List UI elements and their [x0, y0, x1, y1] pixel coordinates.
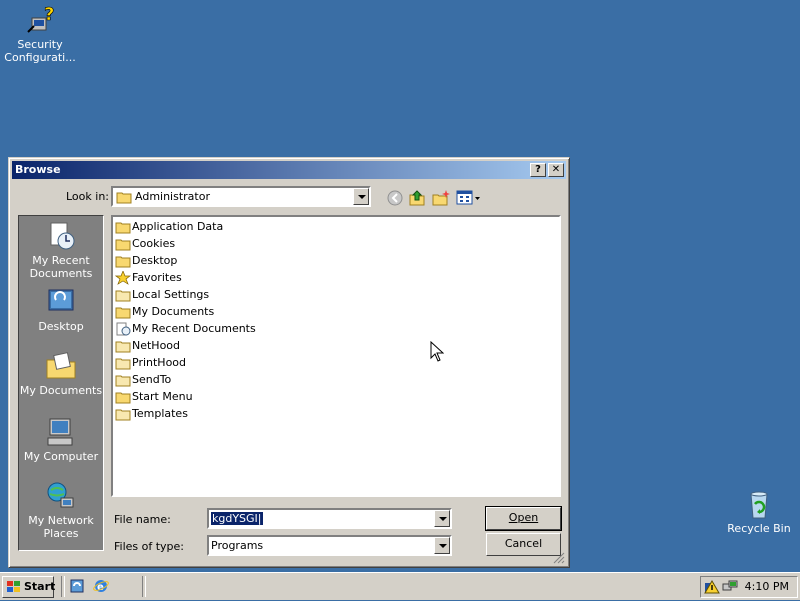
view-menu-icon — [456, 190, 480, 205]
list-item-label: Application Data — [132, 220, 224, 233]
recent-documents-icon — [45, 220, 77, 252]
list-item-label: Cookies — [132, 237, 176, 250]
mouse-cursor-icon — [430, 340, 445, 366]
look-in-dropdown[interactable]: Administrator — [111, 186, 371, 207]
chevron-down-icon[interactable] — [434, 537, 450, 554]
look-in-label: Look in: — [66, 190, 109, 203]
security-configuration-icon: ? — [24, 4, 56, 36]
recycle-bin-icon — [743, 488, 775, 520]
windows-logo-icon — [6, 580, 22, 601]
list-item-label: My Recent Documents — [132, 322, 256, 335]
desktop-icon — [45, 286, 77, 318]
taskbar: Start e 4:10 PM — [0, 572, 800, 600]
resize-grip-icon[interactable] — [553, 552, 565, 567]
open-button-label: Open — [508, 511, 539, 524]
file-type-dropdown[interactable]: Programs — [207, 535, 452, 556]
folder-icon — [115, 407, 131, 421]
folder-icon — [115, 390, 131, 404]
desktop-icon-security-configuration[interactable]: ? Security Configurati... — [0, 4, 80, 64]
my-computer-icon — [45, 416, 77, 448]
list-item-label: SendTo — [132, 373, 172, 386]
place-label: My Network Places — [28, 514, 94, 540]
back-arrow-icon — [387, 190, 403, 206]
list-item-label: NetHood — [132, 339, 181, 352]
list-item-label: Desktop — [132, 254, 178, 267]
list-item-label: PrintHood — [132, 356, 187, 369]
network-connection-icon[interactable] — [722, 579, 738, 598]
place-label: Desktop — [38, 320, 84, 333]
folder-icon — [115, 356, 131, 370]
close-button[interactable]: ✕ — [548, 163, 564, 177]
file-type-label: Files of type: — [114, 540, 185, 553]
file-name-label: File name: — [114, 513, 171, 526]
place-my-documents[interactable]: My Documents — [19, 350, 103, 397]
place-my-computer[interactable]: My Computer — [19, 416, 103, 463]
list-item-label: Favorites — [132, 271, 182, 284]
help-button[interactable]: ? — [530, 163, 546, 177]
file-name-value: kgdYSGI| — [211, 512, 263, 525]
taskbar-separator — [142, 576, 146, 597]
open-button[interactable]: Open — [485, 506, 562, 531]
start-label: Start — [24, 580, 56, 593]
security-warning-icon[interactable] — [704, 579, 720, 598]
dialog-titlebar[interactable]: Browse ? ✕ — [12, 161, 566, 179]
up-one-level-button[interactable] — [408, 189, 426, 207]
folder-icon — [115, 254, 131, 268]
place-label: My Computer — [23, 450, 99, 463]
list-item-label: Local Settings — [132, 288, 210, 301]
folder-icon — [115, 339, 131, 353]
recent-documents-icon — [115, 322, 131, 336]
chevron-down-icon[interactable] — [434, 510, 450, 527]
file-type-value: Programs — [211, 539, 264, 552]
places-bar: My Recent Documents Desktop My Documents… — [18, 215, 104, 551]
place-my-recent-documents[interactable]: My Recent Documents — [19, 220, 103, 280]
start-button[interactable]: Start — [2, 576, 56, 601]
list-item-label: Start Menu — [132, 390, 193, 403]
new-folder-button[interactable] — [432, 189, 450, 207]
folder-icon — [116, 190, 132, 207]
network-places-icon — [45, 480, 77, 512]
folder-icon — [115, 237, 131, 251]
place-my-network-places[interactable]: My Network Places — [19, 480, 103, 540]
taskbar-separator — [61, 576, 65, 597]
clock[interactable]: 4:10 PM — [745, 580, 789, 593]
folder-icon — [115, 373, 131, 387]
internet-explorer-icon[interactable]: e — [93, 578, 109, 597]
chevron-down-icon[interactable] — [353, 188, 369, 205]
svg-text:?: ? — [44, 4, 54, 25]
up-folder-icon — [409, 190, 425, 206]
place-desktop[interactable]: Desktop — [19, 286, 103, 333]
security-configuration-label: Security Configurati... — [4, 38, 76, 64]
folder-icon — [115, 220, 131, 234]
place-label: My Documents — [19, 384, 103, 397]
file-list[interactable]: Application Data Cookies Desktop Favorit… — [111, 215, 561, 497]
recycle-bin-label: Recycle Bin — [727, 522, 791, 535]
view-menu-button[interactable] — [456, 189, 482, 207]
desktop-icon-recycle-bin[interactable]: Recycle Bin — [719, 488, 799, 535]
list-item-label: My Documents — [132, 305, 215, 318]
back-button[interactable] — [386, 189, 404, 207]
list-item-label: Templates — [132, 407, 188, 420]
server-management-icon[interactable] — [69, 578, 85, 597]
cancel-button[interactable]: Cancel — [486, 533, 561, 556]
star-icon — [114, 270, 132, 285]
folder-icon — [115, 288, 131, 302]
file-name-input[interactable]: kgdYSGI| — [207, 508, 452, 529]
folder-icon — [115, 305, 131, 319]
place-label: My Recent Documents — [29, 254, 93, 280]
new-folder-icon — [432, 190, 450, 206]
system-tray: 4:10 PM — [700, 576, 798, 598]
look-in-value: Administrator — [135, 190, 210, 203]
my-documents-icon — [45, 350, 77, 382]
dialog-title: Browse — [15, 163, 61, 176]
